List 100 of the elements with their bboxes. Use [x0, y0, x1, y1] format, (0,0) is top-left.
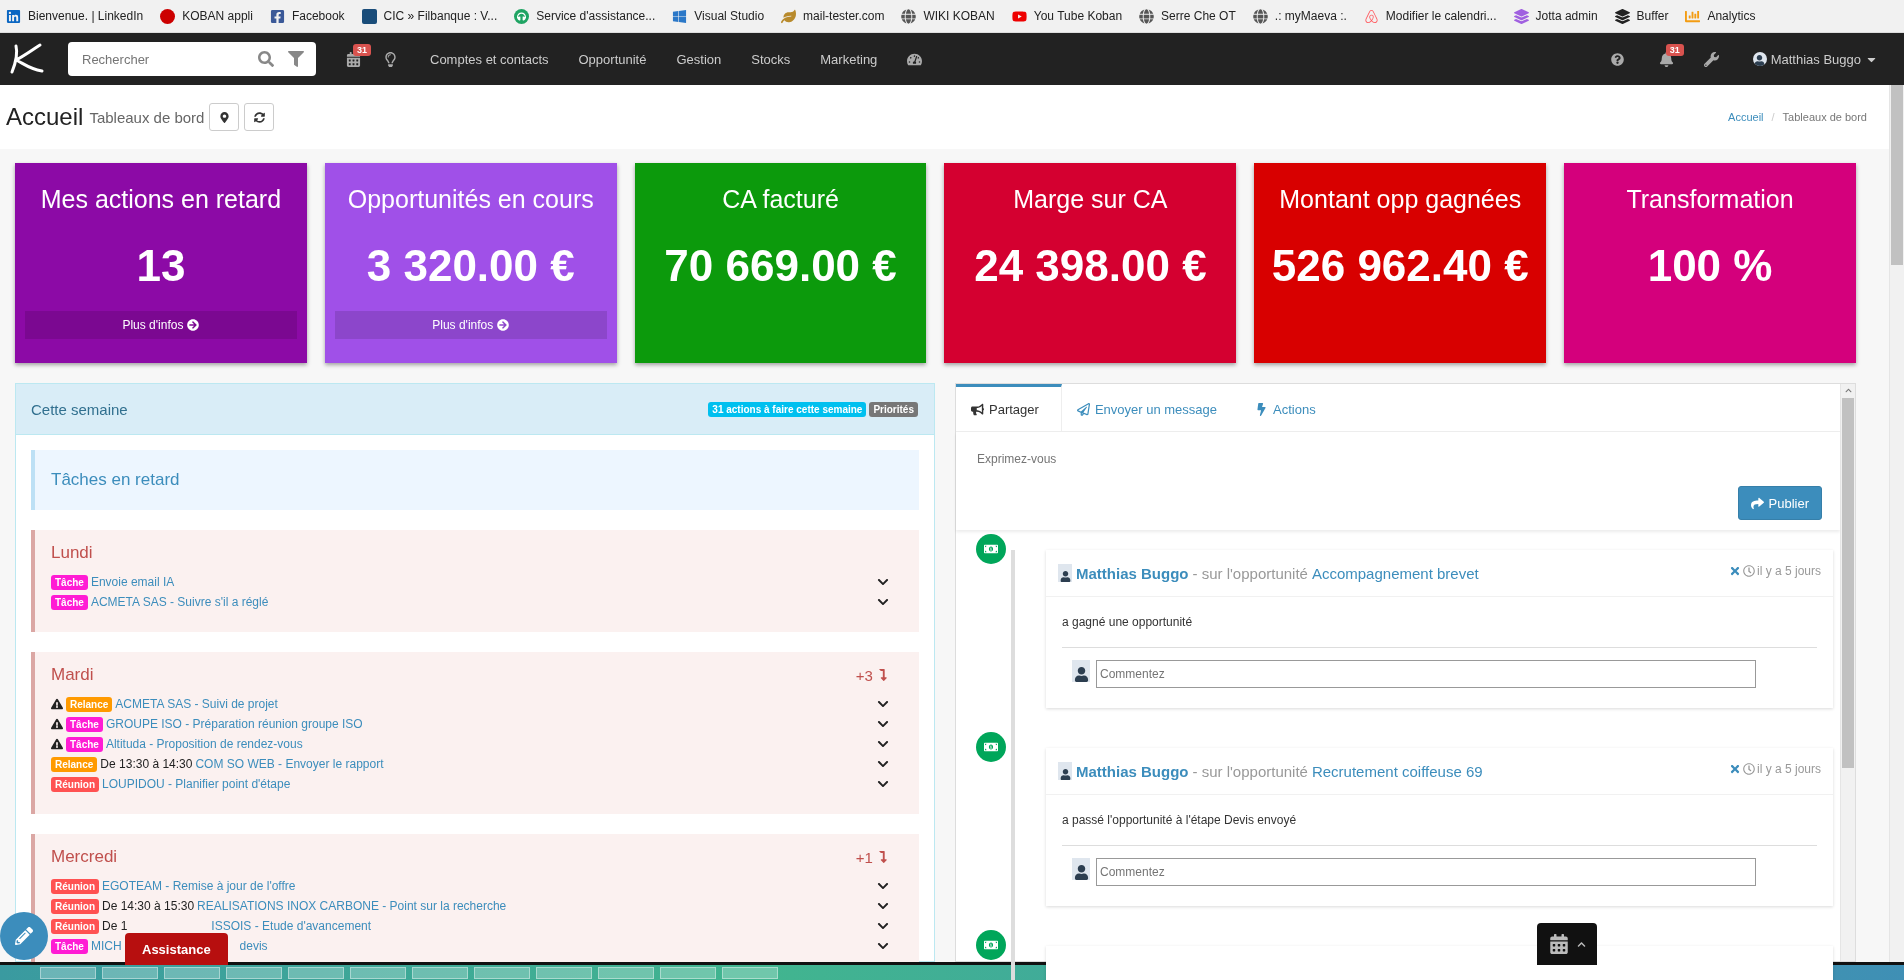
- opportunity-link[interactable]: Accompagnement brevet: [1311, 564, 1725, 582]
- search-icon[interactable]: [258, 51, 274, 67]
- pin-button[interactable]: [209, 103, 240, 131]
- expand-icon[interactable]: [877, 920, 889, 932]
- bookmark-link[interactable]: .: myMaeva :.: [1252, 8, 1347, 24]
- megaphone-icon: [971, 402, 984, 416]
- breadcrumb-link[interactable]: Tableaux de bord: [1782, 111, 1867, 123]
- expand-icon[interactable]: [877, 758, 889, 770]
- scrollbar-thumb[interactable]: [1842, 398, 1854, 768]
- bookmark-link[interactable]: Visual Studio: [672, 8, 765, 24]
- kpi-title: Mes actions en retard: [40, 185, 282, 214]
- more-info-link[interactable]: Plus d'infos: [334, 311, 607, 339]
- arrow-down-icon: [877, 668, 889, 681]
- close-icon[interactable]: [1728, 763, 1741, 775]
- refresh-icon: [253, 111, 265, 123]
- tab[interactable]: Partager: [956, 384, 1062, 431]
- money-icon: [976, 732, 1006, 762]
- context-text: - sur l'opportunité: [1192, 564, 1308, 582]
- opportunity-link[interactable]: Recrutement coiffeuse 69: [1311, 762, 1725, 780]
- action-link[interactable]: EGOTEAM - Remise à jour de l'offre: [102, 879, 296, 893]
- refresh-button[interactable]: [244, 103, 275, 131]
- close-icon[interactable]: [1728, 565, 1741, 577]
- type-badge: Réunion: [51, 918, 99, 934]
- type-badge: Relance: [66, 696, 113, 712]
- more-count[interactable]: +3: [855, 666, 889, 684]
- edit-button[interactable]: [0, 912, 48, 960]
- scrollbar-thumb[interactable]: [1891, 85, 1903, 265]
- nav-link[interactable]: Stocks: [751, 51, 791, 67]
- action-link[interactable]: devis: [239, 939, 268, 953]
- bookmark-link[interactable]: You Tube Koban: [1011, 8, 1123, 24]
- more-info-link[interactable]: Plus d'infos: [25, 311, 297, 339]
- expand-icon[interactable]: [877, 900, 889, 912]
- expand-icon[interactable]: [877, 718, 889, 730]
- dashboard-icon[interactable]: [907, 51, 923, 67]
- clock-icon: [1742, 565, 1755, 577]
- lightbulb-icon[interactable]: [383, 51, 398, 67]
- bookmark-link[interactable]: mail-tester.com: [781, 8, 885, 24]
- bookmark-link[interactable]: WIKI KOBAN: [901, 8, 995, 24]
- help-icon[interactable]: [1610, 52, 1624, 66]
- action-link[interactable]: Altituda - Proposition de rendez-vous: [105, 737, 303, 751]
- expand-icon[interactable]: [877, 940, 889, 952]
- kpi-value: 100 %: [1647, 241, 1773, 291]
- bookmark-link[interactable]: Service d'assistance...: [514, 8, 656, 24]
- nav-link[interactable]: Comptes et contacts: [430, 51, 549, 67]
- bookmark-link[interactable]: Buffer: [1614, 8, 1669, 24]
- feed-text: a passé l'opportunité à l'étape Devis envoyé: [1061, 812, 1298, 829]
- action-link[interactable]: ISSOIS - Etude d'avancement: [211, 919, 372, 933]
- nav-link[interactable]: Gestion: [676, 51, 722, 67]
- kpi-title: Montant opp gagnées: [1279, 185, 1522, 214]
- breadcrumb-link[interactable]: Accueil: [1728, 111, 1764, 123]
- calendar-icon[interactable]: [346, 51, 361, 67]
- comment-field[interactable]: Commentez: [1096, 660, 1756, 688]
- nav-link[interactable]: Opportunité: [578, 51, 647, 67]
- filter-icon[interactable]: [288, 51, 304, 67]
- action-link[interactable]: GROUPE ISO - Préparation réunion groupe ISO: [105, 717, 363, 731]
- kpi-value: 13: [136, 241, 186, 291]
- time-ago: il y a 5 jours: [1756, 762, 1821, 776]
- nav-link[interactable]: Marketing: [820, 51, 878, 67]
- expand-icon[interactable]: [877, 698, 889, 710]
- expand-icon[interactable]: [877, 738, 889, 750]
- expand-icon[interactable]: [877, 576, 889, 588]
- layers-icon: [1614, 8, 1630, 24]
- arrow-down-icon: [877, 850, 889, 863]
- publish-button[interactable]: Publier: [1737, 486, 1822, 520]
- bookmark-link[interactable]: Jotta admin: [1513, 8, 1598, 24]
- assistance-button[interactable]: Assistance: [125, 933, 228, 965]
- action-link[interactable]: COM SO WEB - Envoyer le rapport: [195, 757, 384, 771]
- search-bar[interactable]: Rechercher: [68, 42, 316, 76]
- globe-icon: [901, 8, 917, 24]
- calendar-widget-button[interactable]: [1537, 923, 1597, 965]
- wrench-icon[interactable]: [1703, 51, 1719, 67]
- user-menu[interactable]: Matthias Buggo: [1752, 51, 1878, 67]
- author-link[interactable]: Matthias Buggo: [1076, 762, 1189, 780]
- context-text: - sur l'opportunité: [1192, 762, 1308, 780]
- bookmark-link[interactable]: KOBAN appli: [160, 8, 253, 24]
- more-count[interactable]: +1: [855, 848, 889, 866]
- scroll-up-icon[interactable]: [1844, 387, 1852, 394]
- expand-icon[interactable]: [877, 880, 889, 892]
- bookmark-link[interactable]: Analytics: [1685, 8, 1756, 24]
- leaf-icon: [781, 8, 797, 24]
- bookmark-link[interactable]: Bienvenue. | LinkedIn: [6, 8, 144, 24]
- comment-field[interactable]: Commentez: [1096, 858, 1756, 886]
- count-badge: 31 actions à faire cette semaine: [708, 401, 867, 417]
- author-link[interactable]: Matthias Buggo: [1076, 564, 1189, 582]
- panel-title: Cette semaine: [31, 400, 129, 418]
- day-title: Mardi: [51, 665, 95, 685]
- money-icon: [976, 534, 1006, 564]
- count-badge: 31: [1665, 43, 1684, 56]
- expand-icon[interactable]: [877, 778, 889, 790]
- bookmark-link[interactable]: Modifier le calendri...: [1363, 8, 1497, 24]
- bookmark-link[interactable]: Facebook: [269, 8, 345, 24]
- action-link[interactable]: ACMETA SAS - Suivre s'il a réglé: [90, 595, 269, 609]
- bookmark-link[interactable]: CIC » Filbanque : V...: [361, 8, 498, 24]
- action-link[interactable]: ACMETA SAS - Suivi de projet: [115, 697, 278, 711]
- avatar-icon: [1752, 52, 1767, 66]
- headset-icon: [514, 8, 530, 24]
- breadcrumb-separator: /: [1771, 111, 1775, 123]
- action-link[interactable]: REALISATIONS INOX CARBONE - Point sur la recherche: [197, 899, 507, 913]
- expand-icon[interactable]: [877, 596, 889, 608]
- bookmark-link[interactable]: Serre Che OT: [1139, 8, 1236, 24]
